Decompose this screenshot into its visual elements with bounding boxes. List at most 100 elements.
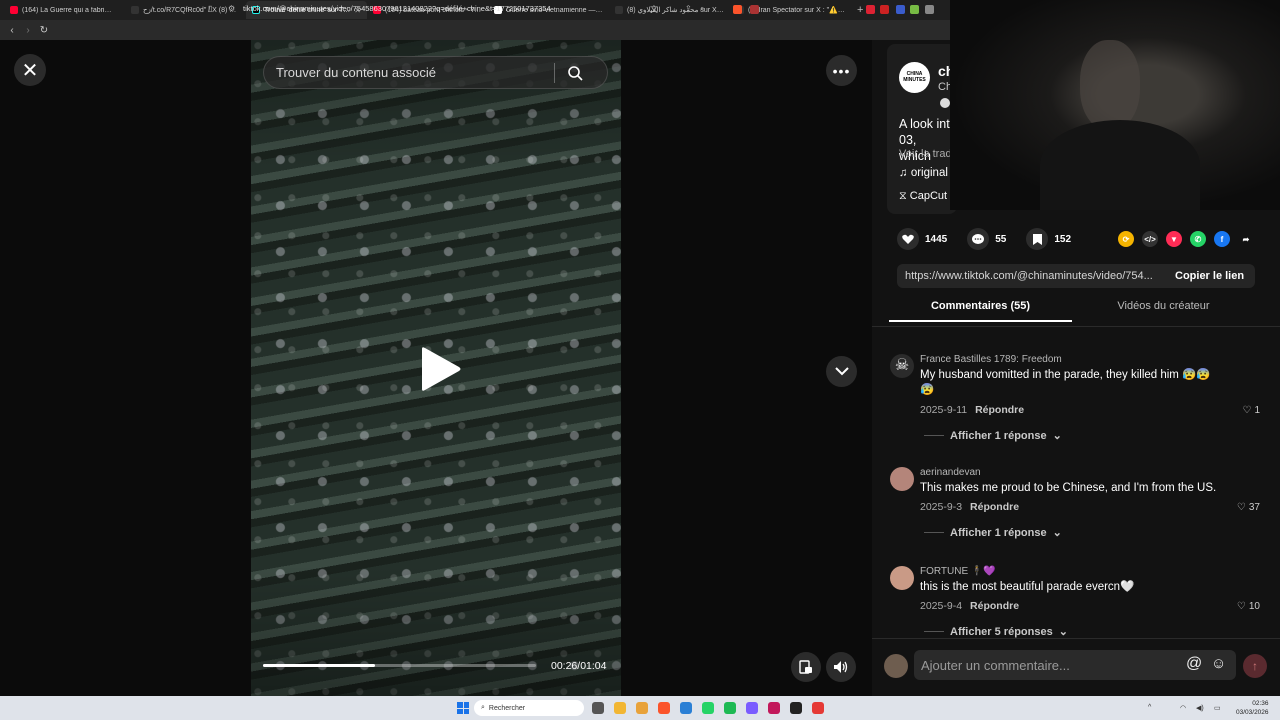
taskbar-clock[interactable]: 02:36 03/03/2026 bbox=[1236, 699, 1269, 717]
like-button[interactable]: 1445 bbox=[897, 228, 947, 250]
comment-like-button[interactable]: ♡ 10 bbox=[1237, 601, 1260, 612]
copy-link-button[interactable]: Copier le lien bbox=[1165, 270, 1244, 282]
info-icon[interactable] bbox=[940, 98, 950, 108]
show-replies-button[interactable]: Afficher 1 réponse ⌄ bbox=[924, 526, 1062, 539]
video-progress-bar[interactable] bbox=[263, 664, 536, 667]
extension-icon[interactable] bbox=[925, 5, 934, 14]
whatsapp-icon[interactable] bbox=[702, 702, 714, 714]
comment-like-button[interactable]: ♡ 37 bbox=[1237, 502, 1260, 513]
browser-tab[interactable]: محمود شاكر القبلاوي (8) sur X : "3 ... bbox=[609, 1, 730, 19]
panel-tabs: Commentaires (55) Vidéos du créateur bbox=[889, 300, 1255, 322]
close-button[interactable]: ✕ bbox=[14, 54, 46, 86]
whatsapp-icon[interactable]: ✆ bbox=[1190, 231, 1206, 247]
repost-icon[interactable]: ⟳ bbox=[1118, 231, 1134, 247]
comment-like-button[interactable]: ♡ 1 bbox=[1242, 405, 1260, 416]
webcam-overlay bbox=[950, 0, 1280, 210]
commenter-name[interactable]: aerinandevan bbox=[920, 467, 981, 478]
tab-comments[interactable]: Commentaires (55) bbox=[889, 300, 1072, 322]
clock-date: 03/03/2026 bbox=[1236, 709, 1269, 716]
show-replies-button[interactable]: Afficher 1 réponse ⌄ bbox=[924, 429, 1062, 442]
show-replies-label: Afficher 1 réponse bbox=[950, 526, 1047, 539]
browser-tab[interactable]: (8) Iran Spectator sur X : "⚠️ Breaki... bbox=[730, 1, 851, 19]
reply-button[interactable]: Répondre bbox=[970, 600, 1019, 612]
reply-button[interactable]: Répondre bbox=[975, 404, 1024, 416]
forward-icon[interactable]: › bbox=[20, 25, 36, 36]
play-icon[interactable] bbox=[418, 346, 462, 392]
url-field[interactable]: tiktok.com/@chinaminutes/video/754586307… bbox=[243, 4, 551, 13]
pip-button[interactable] bbox=[791, 652, 821, 682]
capcut-row[interactable]: ⧖ CapCut bbox=[899, 190, 951, 203]
tab-creator-videos[interactable]: Vidéos du créateur bbox=[1072, 300, 1255, 322]
spotify-icon[interactable] bbox=[724, 702, 736, 714]
app-icon[interactable] bbox=[680, 702, 692, 714]
commenter-name[interactable]: FORTUNE 🕴️💜 bbox=[920, 566, 996, 577]
reply-button[interactable]: Répondre bbox=[970, 501, 1019, 513]
comment-meta: 2025-9-11 Répondre bbox=[920, 404, 1024, 416]
emoji-icon[interactable]: ☺ bbox=[1211, 655, 1226, 672]
translate-icon[interactable]: 文 bbox=[650, 4, 658, 15]
x-favicon-icon bbox=[615, 6, 623, 14]
obs-icon[interactable] bbox=[790, 702, 802, 714]
volume-button[interactable] bbox=[826, 652, 856, 682]
send-comment-button[interactable]: ↑ bbox=[1243, 654, 1267, 678]
bookmark-icon[interactable]: ▯ bbox=[208, 4, 212, 13]
commenter-avatar[interactable]: ☠ bbox=[890, 354, 914, 378]
send-friend-icon[interactable]: ▼ bbox=[1166, 231, 1182, 247]
taskbar-search[interactable]: ⌕ Rechercher bbox=[474, 700, 584, 716]
youtube-favicon-icon bbox=[10, 6, 18, 14]
tray-chevron-icon[interactable]: ^ bbox=[1148, 704, 1151, 711]
more-options-button[interactable]: ••• bbox=[826, 55, 857, 86]
battery-icon[interactable]: ▭ bbox=[1214, 704, 1221, 712]
show-replies-button[interactable]: Afficher 5 réponses ⌄ bbox=[924, 625, 1068, 638]
file-explorer-icon[interactable] bbox=[614, 702, 626, 714]
video-link[interactable]: https://www.tiktok.com/@chinaminutes/vid… bbox=[897, 270, 1165, 282]
app-icon[interactable] bbox=[746, 702, 758, 714]
search-icon[interactable] bbox=[555, 65, 595, 81]
brave-rewards-icon[interactable] bbox=[750, 5, 759, 14]
tab-title: (8) Iran Spectator sur X : "⚠️ Breaki... bbox=[748, 7, 845, 14]
extension-icon[interactable] bbox=[866, 5, 875, 14]
site-info-icon[interactable]: ⚙ bbox=[228, 4, 235, 13]
brave-shield-icon[interactable] bbox=[733, 5, 742, 14]
extension-icon[interactable] bbox=[896, 5, 905, 14]
share-arrow-icon[interactable]: ➦ bbox=[1238, 231, 1254, 247]
like-count: 1445 bbox=[925, 233, 948, 245]
wifi-icon[interactable]: ◠ bbox=[1180, 704, 1186, 712]
extension-icon[interactable] bbox=[910, 5, 919, 14]
embed-icon[interactable]: </> bbox=[1142, 231, 1158, 247]
capcut-label: CapCut bbox=[909, 190, 948, 202]
related-search-input[interactable] bbox=[264, 65, 554, 80]
folder-icon[interactable] bbox=[636, 702, 648, 714]
commenter-avatar[interactable] bbox=[890, 467, 914, 491]
commenter-name[interactable]: France Bastilles 1789: Freedom bbox=[920, 354, 1062, 365]
app-icon[interactable] bbox=[812, 702, 824, 714]
share-page-icon[interactable]: ⇪ bbox=[685, 4, 692, 13]
related-search-box[interactable] bbox=[263, 56, 608, 89]
next-video-button[interactable] bbox=[826, 356, 857, 387]
video-progress-fill bbox=[263, 664, 375, 667]
app-icon[interactable] bbox=[768, 702, 780, 714]
save-button[interactable]: 152 bbox=[1026, 228, 1071, 250]
creator-avatar[interactable]: CHINA MINUTES bbox=[899, 62, 930, 93]
user-avatar[interactable] bbox=[884, 654, 908, 678]
replies-dash bbox=[924, 631, 944, 632]
mention-icon[interactable]: @ bbox=[1186, 655, 1202, 673]
comment-like-count: 37 bbox=[1248, 502, 1260, 513]
browser-tab[interactable]: (164) La Guerre qui a fabriqué la Rus... bbox=[4, 1, 125, 19]
sound-row[interactable]: ♫ original bbox=[899, 167, 951, 179]
speaker-icon[interactable]: ◀) bbox=[1196, 704, 1204, 712]
reload-icon[interactable]: ↻ bbox=[36, 25, 52, 36]
comment-button[interactable]: 55 bbox=[967, 228, 1006, 250]
music-note-icon: ♫ bbox=[899, 167, 911, 179]
see-translation-link[interactable]: Voir la trad bbox=[899, 148, 951, 160]
clock-time: 02:36 bbox=[1252, 700, 1269, 707]
comment-meta: 2025-9-3 Répondre bbox=[920, 501, 1019, 513]
extension-icon[interactable] bbox=[880, 5, 889, 14]
zoom-icon[interactable]: ⌕ bbox=[700, 4, 704, 14]
task-view-icon[interactable] bbox=[592, 702, 604, 714]
brave-browser-icon[interactable] bbox=[658, 702, 670, 714]
commenter-avatar[interactable] bbox=[890, 566, 914, 590]
windows-start-icon[interactable] bbox=[457, 702, 469, 714]
back-icon[interactable]: ‹ bbox=[4, 25, 20, 36]
facebook-icon[interactable]: f bbox=[1214, 231, 1230, 247]
